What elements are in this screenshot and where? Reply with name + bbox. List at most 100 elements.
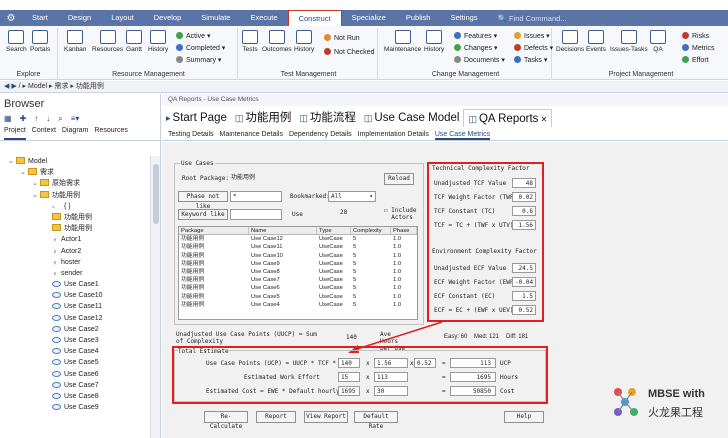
browser-tab-diagram[interactable]: Diagram (62, 127, 88, 140)
test-history-button[interactable]: History (294, 30, 314, 53)
outcomes-button[interactable]: Outcomes (262, 30, 292, 53)
tree-item[interactable]: Use Case3 (0, 335, 150, 346)
tcf-row-value[interactable]: 0.02 (512, 192, 536, 202)
menu-tab-specialize[interactable]: Specialize (342, 10, 396, 26)
find-command-input[interactable]: 🔍 Find Command... (498, 14, 567, 23)
not-run-filter[interactable]: Not Run (324, 34, 360, 42)
keyword-filter-input[interactable] (230, 209, 282, 220)
table-row[interactable]: 功能用例 Use Case7 UseCase 5 1.0 (179, 276, 417, 284)
table-row[interactable]: 功能用例 Use Case10 UseCase 5 1.0 (179, 252, 417, 260)
expander-icon[interactable]: ⌄ (32, 178, 40, 189)
tree-item[interactable]: ⌄ 功能用例 (0, 190, 150, 201)
use-case-table[interactable]: Package Name Type Complexity Phase 功能用例 Use C… (178, 226, 418, 320)
table-row[interactable]: 功能用例 Use Case11 UseCase 5 1.0 (179, 243, 417, 251)
tcf-row-value[interactable]: 48 (512, 178, 536, 188)
cost-effort-field[interactable]: 1695 (338, 386, 360, 396)
browser-tab-resources[interactable]: Resources (94, 127, 127, 140)
table-row[interactable]: 功能用例 Use Case12 UseCase 5 1.0 (179, 235, 417, 243)
tests-button[interactable]: Tests (242, 30, 258, 53)
doc-tab[interactable]: ◫ 功能流程 (295, 109, 360, 127)
menu-tab-construct[interactable]: Construct (287, 10, 342, 26)
ucp-tcf-field[interactable]: 1.56 (374, 358, 408, 368)
metrics-button[interactable]: Metrics (682, 44, 715, 52)
tcf-row-value[interactable]: 0.6 (512, 206, 536, 216)
menu-tab-start[interactable]: Start (22, 10, 58, 26)
menu-tab-develop[interactable]: Develop (144, 10, 192, 26)
browser-tab-project[interactable]: Project (4, 127, 26, 140)
phase-filter-input[interactable]: * (230, 191, 282, 202)
find-icon[interactable]: ⌕ (58, 114, 62, 127)
tree-item[interactable]: Use Case5 (0, 357, 150, 368)
bookmarked-select[interactable]: All ▾ (328, 191, 376, 202)
tree-item[interactable]: Use Case9 (0, 402, 150, 413)
new-element-icon[interactable]: ✚ (20, 114, 27, 127)
events-button[interactable]: Events (586, 30, 606, 53)
subtab-dependency-details[interactable]: Dependency Details (289, 128, 352, 140)
decisions-button[interactable]: Decisions (556, 30, 584, 53)
table-row[interactable]: 功能用例 Use Case5 UseCase 5 1.0 (179, 293, 417, 301)
subtab-implementation-details[interactable]: Implementation Details (358, 128, 429, 140)
effort-hours-field[interactable]: 15 (338, 372, 360, 382)
table-row[interactable]: 功能用例 Use Case6 UseCase 5 1.0 (179, 284, 417, 292)
ecf-row-value[interactable]: -0.04 (512, 277, 536, 287)
history-button[interactable]: History (148, 30, 168, 53)
expander-icon[interactable]: ⌄ (32, 190, 40, 201)
menu-tab-layout[interactable]: Layout (101, 10, 144, 26)
tree-item[interactable]: Use Case2 (0, 324, 150, 335)
tree-item[interactable]: Use Case7 (0, 380, 150, 391)
subtab-maintenance-details[interactable]: Maintenance Details (220, 128, 283, 140)
column-header[interactable]: Phase (391, 227, 417, 235)
subtab-testing-details[interactable]: Testing Details (168, 128, 214, 140)
not-checked-filter[interactable]: Not Checked (324, 48, 374, 56)
resources-button[interactable]: Resources (92, 30, 123, 53)
defects-menu[interactable]: Defects ▾ (514, 44, 553, 52)
active-filter[interactable]: Active ▾ (176, 32, 211, 40)
tree-item[interactable]: ♀ Actor2 (0, 246, 150, 257)
menu-tab-execute[interactable]: Execute (240, 10, 287, 26)
column-header[interactable]: Complexity (351, 227, 391, 235)
change-history-button[interactable]: History (424, 30, 444, 53)
summary-filter[interactable]: Summary ▾ (176, 56, 221, 64)
tree-item[interactable]: ⌄ 需求 (0, 167, 150, 178)
effort-button[interactable]: Effort (682, 56, 709, 64)
tree-item[interactable]: ⌄ 原始需求 (0, 178, 150, 189)
ucp-uucp-field[interactable]: 140 (338, 358, 360, 368)
ucp-ecf-field[interactable]: 0.52 (414, 358, 436, 368)
tree-item[interactable]: ◦ { } (0, 201, 150, 212)
tree-item[interactable]: ⌄ Model (0, 156, 150, 167)
subtab-use-case-metrics[interactable]: Use Case Metrics (434, 128, 491, 140)
close-icon[interactable]: ✕ (538, 115, 548, 124)
tree-item[interactable]: ♀ Actor1 (0, 234, 150, 245)
issues-tasks-button[interactable]: Issues-Tasks (610, 30, 648, 53)
tree-item[interactable]: ♀ sender (0, 268, 150, 279)
features-menu[interactable]: Features ▾ (454, 32, 497, 40)
browser-tab-context[interactable]: Context (32, 127, 56, 140)
keyword-like-button[interactable]: Keyword like (178, 209, 228, 220)
portals-button[interactable]: Portals (30, 30, 50, 53)
ecf-row-value[interactable]: 1.5 (512, 291, 536, 301)
tree-item[interactable]: Use Case8 (0, 391, 150, 402)
cost-rate-field[interactable]: 30 (374, 386, 408, 396)
documents-menu[interactable]: Documents ▾ (454, 56, 505, 64)
nav-back-icon[interactable]: ◀ ▶ (4, 83, 17, 90)
table-row[interactable]: 功能用例 Use Case8 UseCase 5 1.0 (179, 268, 417, 276)
menu-tab-settings[interactable]: Settings (440, 10, 487, 26)
move-down-icon[interactable]: ↓ (46, 114, 50, 127)
expander-icon[interactable]: ⌄ (20, 167, 28, 178)
tree-item[interactable]: Use Case10 (0, 290, 150, 301)
help-button[interactable]: Help (504, 411, 544, 423)
scrollbar-thumb[interactable] (153, 164, 159, 224)
column-header[interactable]: Type (317, 227, 351, 235)
report-button[interactable]: Report (256, 411, 296, 423)
tcf-row-value[interactable]: 1.56 (512, 220, 536, 230)
qa-button[interactable]: QA (650, 30, 666, 53)
doc-tab[interactable]: ◫ 功能用例 (231, 109, 296, 127)
tree-item[interactable]: Use Case6 (0, 369, 150, 380)
address-bar[interactable]: ◀ ▶ / ▸ Model ▸ 需求 ▸ 功能用例 (0, 81, 728, 93)
tree-item[interactable]: 功能用例 (0, 212, 150, 223)
doc-tab[interactable]: ▸ Start Page (162, 109, 231, 127)
completed-filter[interactable]: Completed ▾ (176, 44, 225, 52)
move-up-icon[interactable]: ↑ (34, 114, 38, 127)
issues-menu[interactable]: Issues ▾ (514, 32, 550, 40)
expander-icon[interactable]: ⌄ (8, 156, 16, 167)
